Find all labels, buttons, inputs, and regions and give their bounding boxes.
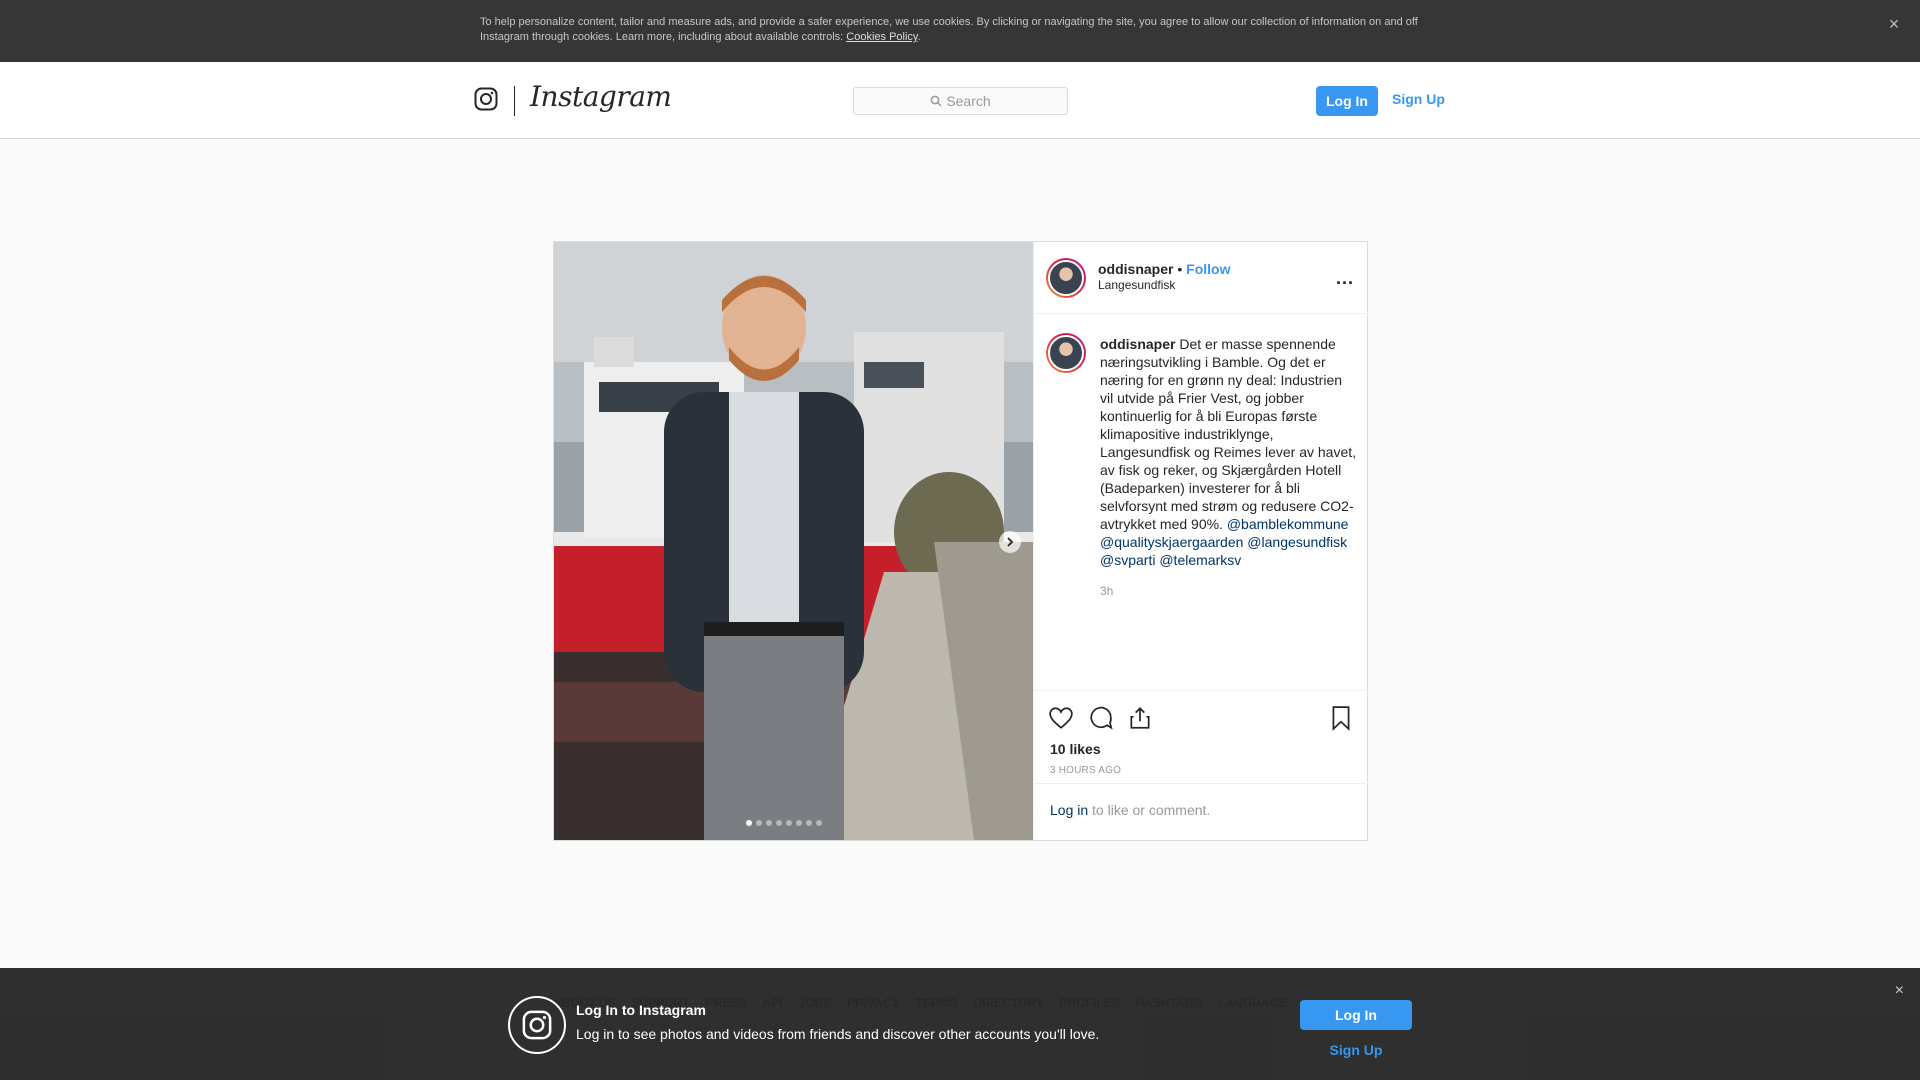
follow-button[interactable]: Follow — [1186, 261, 1230, 277]
comment-icon[interactable] — [1088, 705, 1114, 731]
mention-link[interactable]: @telemarksv — [1159, 552, 1241, 568]
instagram-glyph-icon — [508, 996, 566, 1054]
search-placeholder: Search — [946, 93, 991, 109]
photo-illustration — [554, 242, 1033, 840]
post-actions: 10 likes 3 HOURS AGO — [1034, 690, 1368, 776]
signup-link[interactable]: Sign Up — [1300, 1042, 1412, 1058]
top-nav: Instagram Search Log In Sign Up — [0, 62, 1920, 139]
more-options-icon[interactable]: ... — [1336, 268, 1354, 289]
carousel-dot — [816, 820, 822, 826]
like-count[interactable]: 10 likes — [1050, 741, 1101, 757]
post-caption: oddisnaper Det er masse spennende næring… — [1100, 335, 1358, 569]
close-icon[interactable]: × — [1895, 982, 1904, 1000]
login-banner: Log In to Instagram Log in to see photos… — [0, 968, 1920, 1080]
post-photo[interactable] — [554, 242, 1033, 840]
avatar[interactable] — [1046, 258, 1086, 298]
logo-divider — [514, 86, 515, 116]
search-input[interactable]: Search — [853, 87, 1068, 115]
login-banner-subtitle: Log in to see photos and videos from fri… — [576, 1026, 1100, 1042]
caption-username[interactable]: oddisnaper — [1100, 336, 1175, 352]
signup-link[interactable]: Sign Up — [1392, 91, 1445, 107]
carousel-dot — [756, 820, 762, 826]
mention-link[interactable]: @langesundfisk — [1247, 534, 1347, 550]
carousel-indicator — [746, 820, 822, 826]
instagram-wordmark[interactable]: Instagram — [530, 80, 672, 113]
cookie-text: To help personalize content, tailor and … — [480, 15, 1440, 45]
post-card: oddisnaper • Follow Langesundfisk ... od… — [553, 241, 1368, 841]
caption-text: Det er masse spennende næringsutvikling … — [1100, 336, 1357, 532]
login-link[interactable]: Log in — [1050, 802, 1088, 818]
post-header: oddisnaper • Follow Langesundfisk ... — [1034, 242, 1368, 314]
author-username[interactable]: oddisnaper — [1098, 261, 1173, 277]
dot-separator: • — [1177, 261, 1183, 277]
heart-icon[interactable] — [1048, 705, 1074, 731]
carousel-dot — [806, 820, 812, 826]
login-prompt: Log in to like or comment. — [1050, 802, 1210, 818]
post-author: oddisnaper • Follow — [1098, 261, 1230, 277]
carousel-dot — [796, 820, 802, 826]
login-prompt-text: to like or comment. — [1088, 802, 1211, 818]
carousel-dot — [746, 820, 752, 826]
post-location[interactable]: Langesundfisk — [1098, 278, 1175, 292]
share-icon[interactable] — [1127, 705, 1153, 731]
cookies-policy-link[interactable]: Cookies Policy — [846, 31, 917, 43]
carousel-dot — [776, 820, 782, 826]
next-photo-button[interactable] — [999, 531, 1021, 553]
cookie-period: . — [917, 31, 921, 43]
mention-link[interactable]: @qualityskjaergaarden — [1100, 534, 1243, 550]
caption-avatar[interactable] — [1046, 333, 1086, 373]
caption-timestamp: 3h — [1100, 584, 1114, 598]
login-banner-title: Log In to Instagram — [576, 1002, 706, 1018]
carousel-dot — [786, 820, 792, 826]
chevron-right-icon — [1007, 537, 1014, 547]
login-to-comment: Log in to like or comment. — [1034, 783, 1368, 840]
mention-link[interactable]: @bamblekommune — [1227, 516, 1349, 532]
cookie-message: To help personalize content, tailor and … — [480, 16, 1418, 43]
login-button[interactable]: Log In — [1300, 1000, 1412, 1030]
cookie-close-icon[interactable]: × — [1884, 14, 1904, 34]
cookie-banner: To help personalize content, tailor and … — [0, 0, 1920, 62]
bookmark-icon[interactable] — [1328, 705, 1354, 731]
carousel-dot — [766, 820, 772, 826]
mention-link[interactable]: @svparti — [1100, 552, 1155, 568]
login-button[interactable]: Log In — [1316, 86, 1378, 116]
instagram-glyph-icon[interactable] — [474, 87, 498, 111]
search-icon — [930, 95, 942, 107]
post-sidebar: oddisnaper • Follow Langesundfisk ... od… — [1033, 242, 1368, 840]
post-timestamp: 3 HOURS AGO — [1050, 765, 1122, 776]
